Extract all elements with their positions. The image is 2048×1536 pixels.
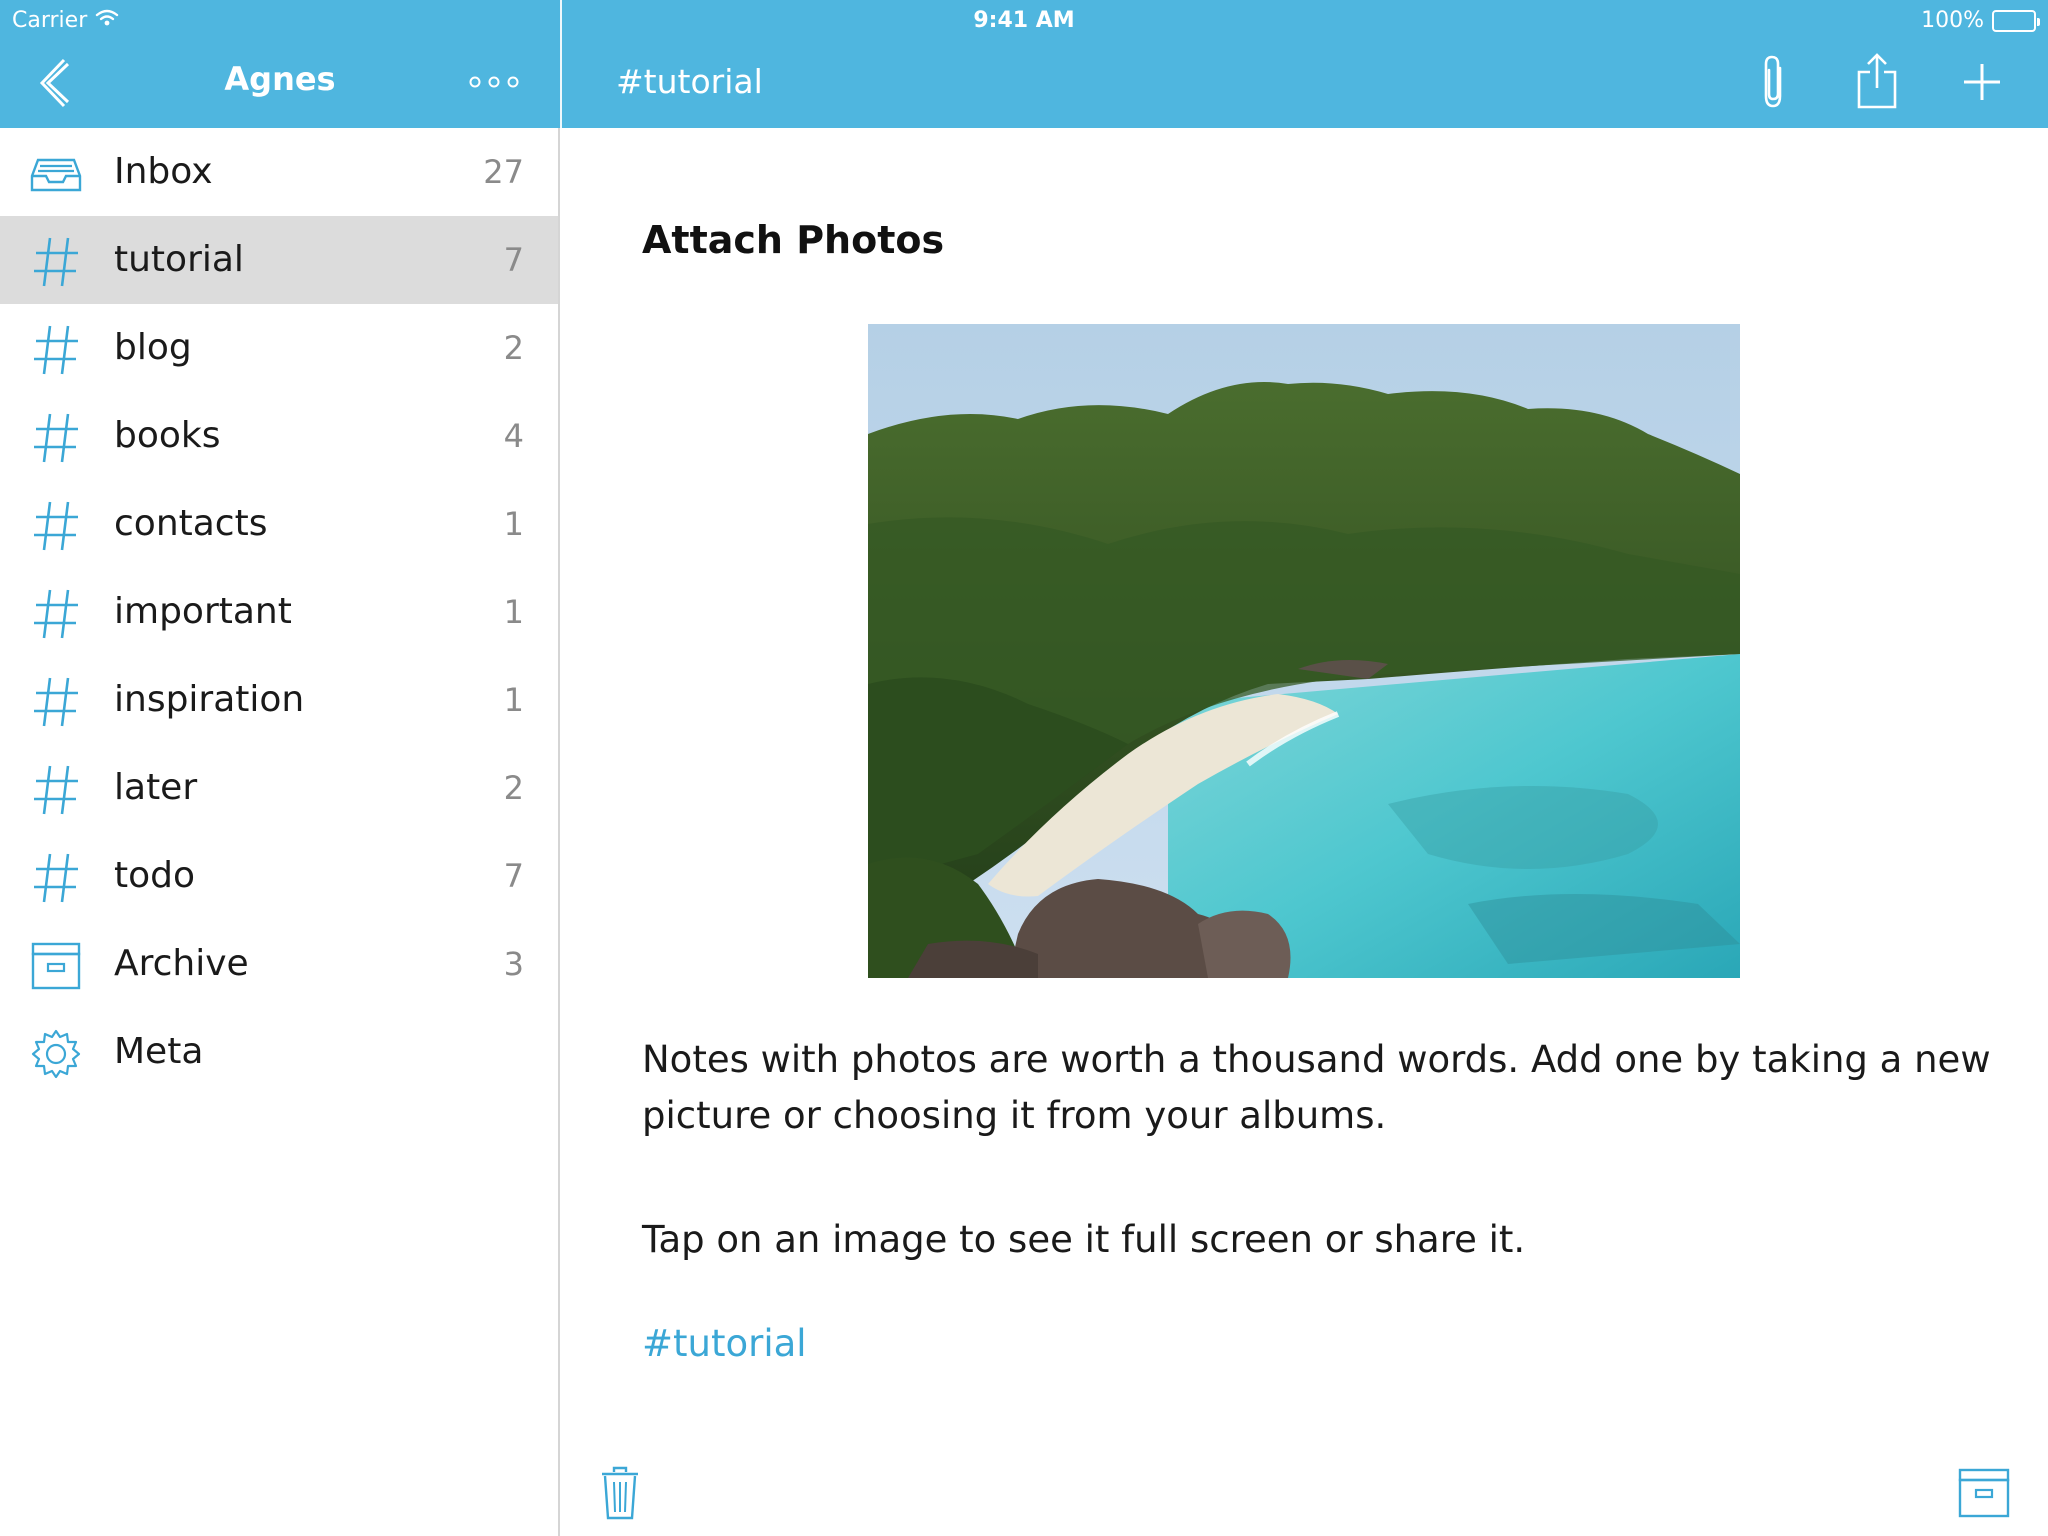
sidebar-item-label: tutorial bbox=[114, 239, 244, 280]
sidebar-item-count: 3 bbox=[503, 945, 524, 983]
sidebar-item-label: important bbox=[114, 591, 292, 632]
hash-icon bbox=[30, 324, 82, 376]
delete-button[interactable] bbox=[600, 1466, 640, 1522]
hash-icon bbox=[30, 676, 82, 728]
gear-icon bbox=[30, 1028, 82, 1080]
new-note-button[interactable] bbox=[1962, 62, 2002, 102]
notes-app: Carrier 9:41 AM 100% Agnes #tutorial Inb… bbox=[0, 0, 2048, 1536]
attach-button[interactable] bbox=[1758, 54, 1788, 110]
sidebar-item-count: 2 bbox=[503, 769, 524, 807]
sidebar-item-count: 4 bbox=[503, 417, 524, 455]
hash-icon bbox=[30, 412, 82, 464]
plus-icon bbox=[1962, 62, 2002, 102]
sidebar-item-count: 27 bbox=[483, 153, 524, 191]
sidebar-item-label: Meta bbox=[114, 1031, 204, 1072]
inbox-icon bbox=[30, 148, 82, 200]
tropical-beach-photo bbox=[868, 324, 1740, 978]
hash-icon bbox=[30, 588, 82, 640]
sidebar-item-label: books bbox=[114, 415, 221, 456]
sidebar: Inbox 27 tutorial 7 blog 2 books 4 conta… bbox=[0, 128, 560, 1536]
note-view: Attach Photos Notes with photos are wort… bbox=[562, 128, 2048, 1536]
battery-indicator: 100% bbox=[1921, 8, 2040, 33]
battery-percent: 100% bbox=[1921, 8, 1984, 33]
sidebar-item-meta[interactable]: Meta bbox=[0, 1008, 558, 1096]
trash-icon bbox=[600, 1466, 640, 1526]
battery-icon bbox=[1992, 9, 2040, 32]
note-photo[interactable] bbox=[868, 324, 1740, 978]
sidebar-item-inbox[interactable]: Inbox 27 bbox=[0, 128, 558, 216]
sidebar-item-contacts[interactable]: contacts 1 bbox=[0, 480, 558, 568]
header-divider bbox=[560, 0, 562, 128]
status-bar: Carrier 9:41 AM 100% bbox=[0, 0, 2048, 40]
sidebar-item-count: 2 bbox=[503, 329, 524, 367]
note-paragraph-2: Tap on an image to see it full screen or… bbox=[642, 1218, 1526, 1261]
more-dots-icon bbox=[466, 76, 522, 98]
sidebar-item-label: later bbox=[114, 767, 198, 808]
sidebar-item-books[interactable]: books 4 bbox=[0, 392, 558, 480]
top-bar: Carrier 9:41 AM 100% Agnes #tutorial bbox=[0, 0, 2048, 128]
archive-icon bbox=[1958, 1468, 2010, 1522]
sidebar-item-label: Archive bbox=[114, 943, 249, 984]
sidebar-item-count: 7 bbox=[503, 857, 524, 895]
sidebar-item-tutorial[interactable]: tutorial 7 bbox=[0, 216, 558, 304]
paperclip-icon bbox=[1758, 54, 1788, 110]
more-button[interactable] bbox=[466, 70, 522, 94]
sidebar-item-count: 1 bbox=[503, 681, 524, 719]
sidebar-item-label: todo bbox=[114, 855, 196, 896]
share-icon bbox=[1856, 52, 1898, 110]
sidebar-item-label: Inbox bbox=[114, 151, 213, 192]
note-tag-link[interactable]: #tutorial bbox=[642, 1322, 807, 1365]
note-title: Attach Photos bbox=[642, 218, 945, 262]
sidebar-item-later[interactable]: later 2 bbox=[0, 744, 558, 832]
sidebar-item-label: inspiration bbox=[114, 679, 305, 720]
sidebar-item-inspiration[interactable]: inspiration 1 bbox=[0, 656, 558, 744]
note-paragraph-1: Notes with photos are worth a thousand w… bbox=[642, 1038, 1991, 1137]
hash-icon bbox=[30, 852, 82, 904]
status-time: 9:41 AM bbox=[973, 8, 1075, 33]
sidebar-item-count: 7 bbox=[503, 241, 524, 279]
hash-icon bbox=[30, 764, 82, 816]
share-button[interactable] bbox=[1856, 52, 1898, 110]
hash-icon bbox=[30, 236, 82, 288]
sidebar-item-archive[interactable]: Archive 3 bbox=[0, 920, 558, 1008]
sidebar-item-count: 1 bbox=[503, 505, 524, 543]
sidebar-item-label: blog bbox=[114, 327, 192, 368]
hash-icon bbox=[30, 500, 82, 552]
archive-button[interactable] bbox=[1958, 1468, 2010, 1518]
sidebar-item-important[interactable]: important 1 bbox=[0, 568, 558, 656]
sidebar-item-label: contacts bbox=[114, 503, 268, 544]
sidebar-item-todo[interactable]: todo 7 bbox=[0, 832, 558, 920]
sidebar-item-count: 1 bbox=[503, 593, 524, 631]
sidebar-list: Inbox 27 tutorial 7 blog 2 books 4 conta… bbox=[0, 128, 558, 1096]
sidebar-item-blog[interactable]: blog 2 bbox=[0, 304, 558, 392]
note-header-tag: #tutorial bbox=[616, 62, 763, 101]
archive-icon bbox=[30, 940, 82, 992]
